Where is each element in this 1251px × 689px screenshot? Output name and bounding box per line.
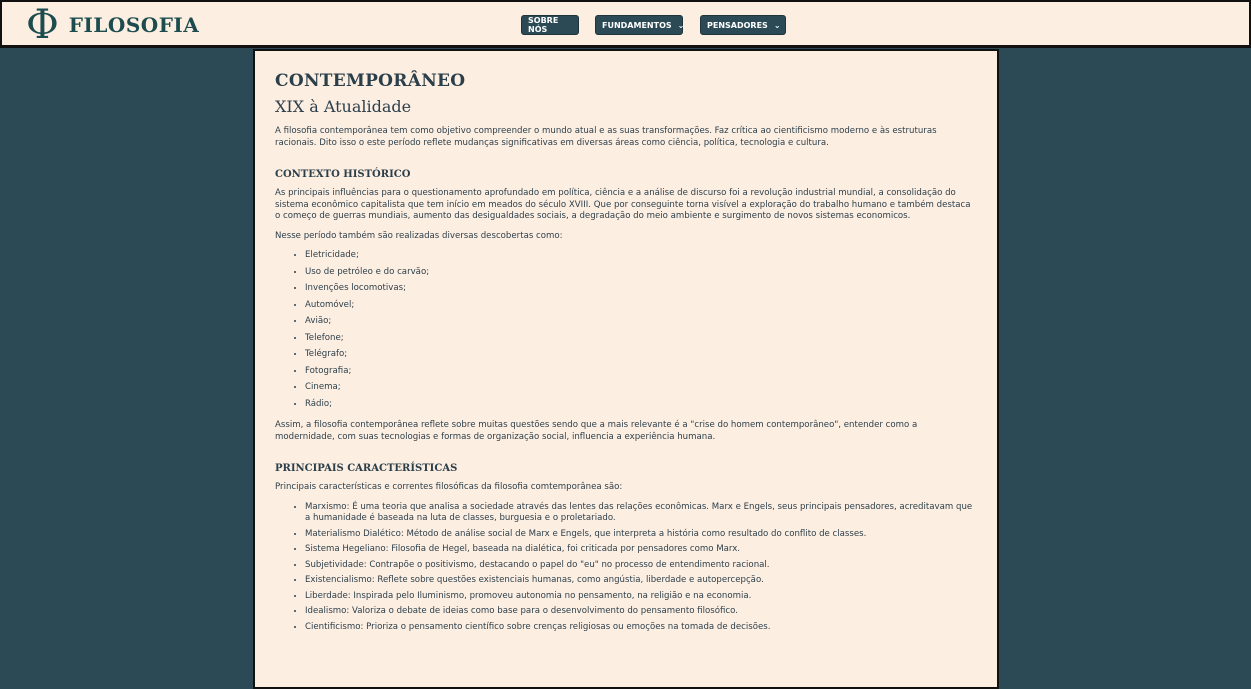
chevron-down-icon: ⌄ — [773, 20, 781, 30]
list-item: Cientificismo: Prioriza o pensamento cie… — [305, 622, 977, 634]
list-item: Invenções locomotivas; — [305, 283, 977, 295]
list-item: Uso de petróleo e do carvão; — [305, 267, 977, 279]
list-item: Marxismo: É uma teoria que analisa a soc… — [305, 502, 977, 525]
discoveries-list: Eletricidade; Uso de petróleo e do carvã… — [275, 250, 977, 410]
nav-fundamentos-dropdown[interactable]: FUNDAMENTOS ⌄ — [595, 15, 685, 35]
nav-sobre-nos-button[interactable]: SOBRE NÓS — [521, 15, 579, 35]
main-nav: SOBRE NÓS FUNDAMENTOS ⌄ PENSADORES ⌄ — [2, 15, 1249, 37]
list-item: Telégrafo; — [305, 349, 977, 361]
list-item: Existencialismo: Reflete sobre questões … — [305, 575, 977, 587]
list-item: Cinema; — [305, 382, 977, 394]
intro-paragraph: A filosofia contemporânea tem como objet… — [275, 126, 937, 148]
list-item: Telefone; — [305, 333, 977, 345]
list-item: Eletricidade; — [305, 250, 977, 262]
list-item: Avião; — [305, 316, 977, 328]
contexto-paragraph-2: Nesse período também são realizadas dive… — [275, 230, 563, 241]
page-subtitle: XIX à Atualidade — [275, 97, 412, 116]
characteristics-list: Marxismo: É uma teoria que analisa a soc… — [275, 502, 977, 634]
nav-label: PENSADORES — [707, 20, 768, 30]
contexto-paragraph-3: Assim, a filosofia contemporânea reflete… — [275, 420, 918, 442]
chevron-down-icon: ⌄ — [677, 20, 685, 30]
nav-label: SOBRE NÓS — [528, 16, 559, 34]
list-item: Liberdade: Inspirada pelo Iluminismo, pr… — [305, 591, 977, 603]
caracteristicas-paragraph: Principais características e correntes f… — [275, 482, 623, 492]
article-panel: CONTEMPORÂNEO XIX à Atualidade A filosof… — [253, 49, 999, 689]
nav-label: FUNDAMENTOS — [602, 20, 672, 30]
section-heading-caracteristicas: PRINCIPAIS CARACTERÍSTICAS — [275, 463, 458, 474]
section-heading-contexto: CONTEXTO HISTÓRICO — [275, 169, 411, 180]
top-navbar: Φ FILOSOFIA SOBRE NÓS FUNDAMENTOS ⌄ PENS… — [0, 0, 1251, 48]
list-item: Subjetividade: Contrapõe o positivismo, … — [305, 560, 977, 572]
list-item: Sistema Hegeliano: Filosofia de Hegel, b… — [305, 544, 977, 556]
list-item: Fotografia; — [305, 366, 977, 378]
nav-pensadores-dropdown[interactable]: PENSADORES ⌄ — [700, 15, 786, 35]
contexto-paragraph-1: As principais influências para o questio… — [275, 188, 971, 221]
list-item: Automóvel; — [305, 300, 977, 312]
list-item: Materialismo Dialético: Método de anális… — [305, 529, 977, 541]
list-item: Idealismo: Valoriza o debate de ideias c… — [305, 606, 977, 618]
page-title: CONTEMPORÂNEO — [275, 71, 466, 91]
list-item: Rádio; — [305, 399, 977, 411]
